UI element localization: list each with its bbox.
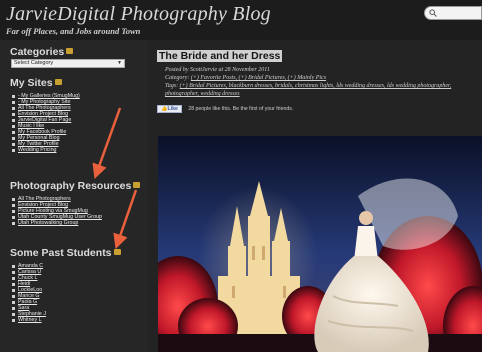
post-tags-continued: photographer, wedding dresses [165,91,240,97]
tag-links[interactable]: photographer, wedding dresses [165,91,240,97]
post-title[interactable]: The Bride and her Dress [157,50,283,62]
tag-links[interactable]: (+) Bridal Pictures, blackburn dresses, … [180,83,452,89]
blog-header: JarvieDigital Photography Blog Far off P… [0,0,482,40]
category-links[interactable]: (+) Favorite Posts, (+) Bridal Pictures,… [191,75,326,81]
post-byline: Posted by ScottJarvie at 28 November 201… [165,67,270,73]
post-area: The Bride and her Dress Posted by ScottJ… [148,40,482,352]
post-categories: Category: (+) Favorite Posts, (+) Bridal… [165,75,327,81]
annotation-arrows [92,107,138,250]
search-input[interactable] [424,6,482,20]
arrow-to-resources [92,107,122,180]
blog-title[interactable]: JarvieDigital Photography Blog [6,3,271,26]
post-tags: Tags: (+) Bridal Pictures, blackburn dre… [165,83,452,89]
bride-temple-photo[interactable] [158,136,482,352]
blog-tagline: Far off Places, and Jobs around Town [6,26,141,36]
facebook-like: 👍Like 28 people like this. Be the first … [157,100,294,113]
search-icon [429,9,437,17]
like-button[interactable]: 👍Like [157,104,182,113]
arrow-to-students [113,189,138,250]
sidebar: Categories Select Category ▼ My Sites - M… [0,40,148,352]
like-count-text: 28 people like this. Be the first of you… [188,105,294,112]
